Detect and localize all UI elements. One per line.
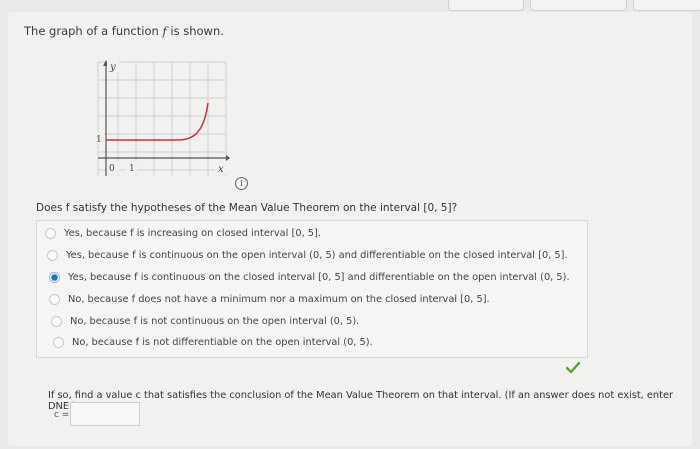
option-5-radio[interactable]: [51, 315, 62, 327]
option-5-label: No, because f is not continuous on the o…: [70, 315, 360, 327]
option-1-label: Yes, because f is increasing on closed i…: [64, 227, 321, 239]
option-6-radio[interactable]: [53, 336, 64, 348]
option-2[interactable]: Yes, because f is continuous on the open…: [47, 247, 568, 263]
prompt-text: The graph of a function: [24, 24, 163, 38]
top-tab-1[interactable]: [448, 0, 524, 11]
option-1-radio[interactable]: [45, 227, 56, 239]
option-6[interactable]: No, because f is not differentiable on t…: [53, 334, 373, 350]
y-axis-label: y: [109, 62, 116, 73]
option-2-label: Yes, because f is continuous on the open…: [66, 249, 568, 261]
option-4[interactable]: No, because f does not have a minimum no…: [49, 291, 490, 307]
mvt-question: Does f satisfy the hypotheses of the Mea…: [36, 202, 458, 214]
option-6-label: No, because f is not differentiable on t…: [72, 336, 373, 348]
answer-options: Yes, because f is increasing on closed i…: [36, 220, 588, 358]
option-3[interactable]: Yes, because f is continuous on the clos…: [49, 269, 570, 285]
option-4-label: No, because f does not have a minimum no…: [68, 293, 490, 305]
top-tab-3[interactable]: [633, 0, 700, 11]
option-1[interactable]: Yes, because f is increasing on closed i…: [45, 225, 321, 241]
correct-check-icon: [565, 359, 581, 378]
option-3-label: Yes, because f is continuous on the clos…: [68, 271, 570, 283]
option-3-radio[interactable]: [49, 271, 60, 283]
y-tick-1: 1: [96, 135, 102, 145]
x-axis-label: x: [218, 164, 224, 175]
option-2-radio[interactable]: [47, 249, 58, 261]
x-tick-1: 1: [129, 164, 135, 174]
problem-prompt: The graph of a function f is shown.: [24, 24, 224, 38]
answer-input[interactable]: [70, 402, 140, 426]
info-icon[interactable]: i: [235, 177, 248, 190]
function-graph: y 1 0 1 x: [90, 58, 230, 182]
prompt-text-end: is shown.: [166, 24, 224, 38]
part2-question: If so, find a value c that satisfies the…: [48, 390, 674, 412]
answer-label: c =: [54, 410, 70, 420]
info-icon-glyph: i: [240, 179, 243, 188]
option-5[interactable]: No, because f is not continuous on the o…: [51, 313, 359, 329]
top-tab-2[interactable]: [530, 0, 627, 11]
option-4-radio[interactable]: [49, 293, 60, 305]
x-tick-0: 0: [109, 164, 115, 174]
